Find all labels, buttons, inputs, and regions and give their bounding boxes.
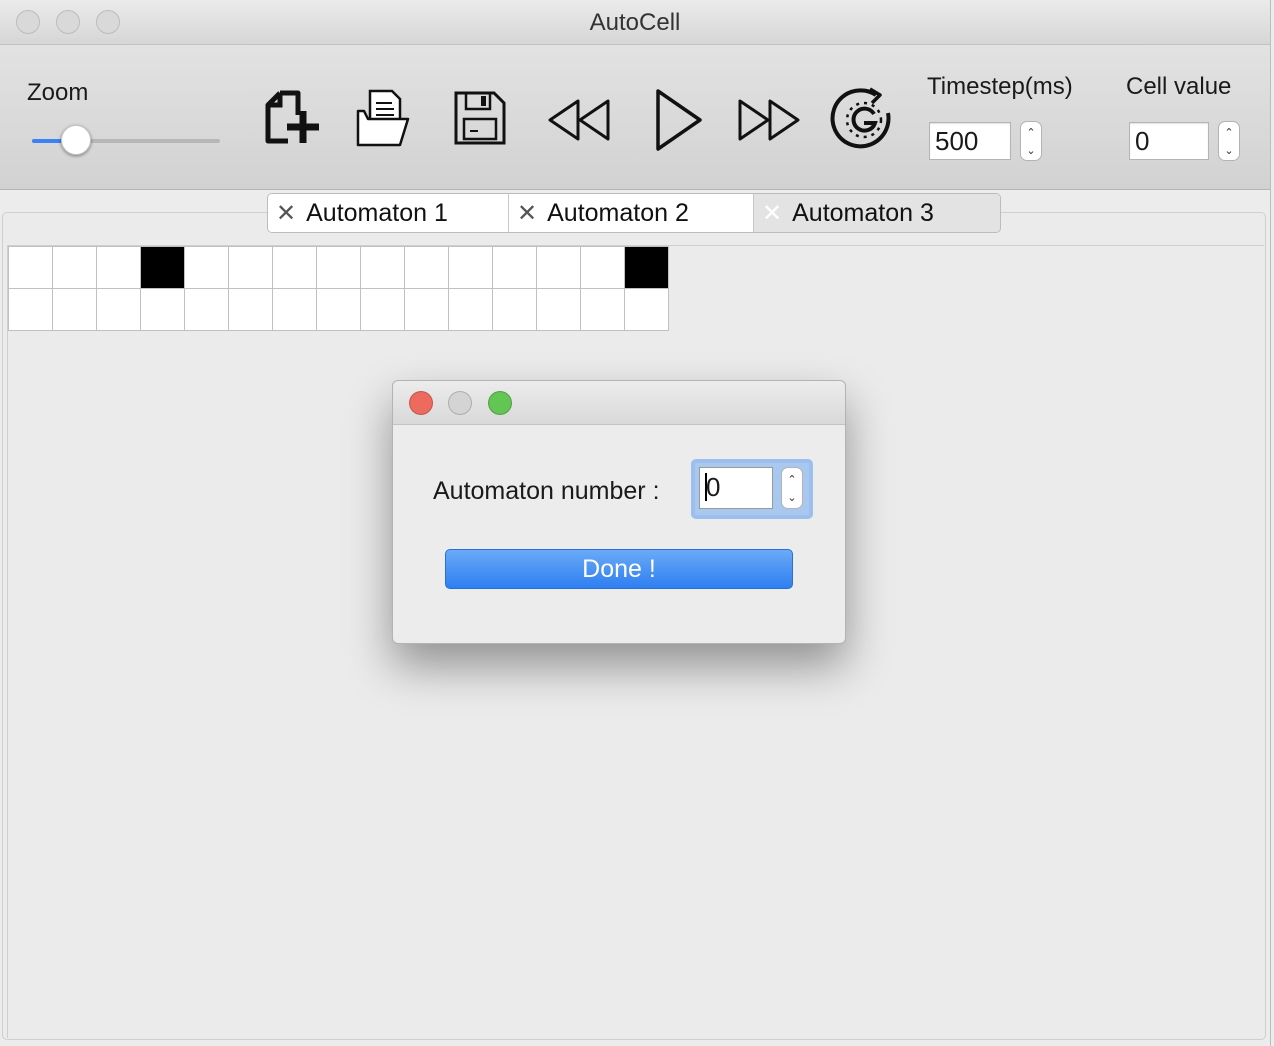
grid-cell[interactable] xyxy=(229,289,273,331)
main-window: AutoCell Zoom Timestep(ms) 500 ⌃ ⌄ Cell … xyxy=(0,0,1271,1046)
grid-cell[interactable] xyxy=(317,289,361,331)
play-button[interactable] xyxy=(646,85,706,155)
grid-cell[interactable] xyxy=(185,247,229,289)
grid-cell[interactable] xyxy=(493,247,537,289)
grid-cell[interactable] xyxy=(273,247,317,289)
tab-automaton-2[interactable]: ✕ Automaton 2 xyxy=(509,194,754,232)
stepper-up-icon[interactable]: ⌃ xyxy=(1021,128,1041,139)
grid-cell[interactable] xyxy=(53,247,97,289)
stepper-down-icon[interactable]: ⌄ xyxy=(1219,146,1239,157)
automaton-number-input[interactable]: 0 xyxy=(699,467,773,509)
grid-cell[interactable] xyxy=(361,289,405,331)
tab-automaton-1[interactable]: ✕ Automaton 1 xyxy=(268,194,509,232)
tab-label: Automaton 3 xyxy=(792,198,934,227)
timestep-label: Timestep(ms) xyxy=(927,73,1073,100)
rewind-button[interactable] xyxy=(544,85,616,155)
grid-cell[interactable] xyxy=(493,289,537,331)
grid-cell[interactable] xyxy=(361,247,405,289)
timestep-input[interactable]: 500 xyxy=(929,122,1011,160)
close-icon[interactable]: ✕ xyxy=(762,199,782,228)
grid-cell[interactable] xyxy=(141,289,185,331)
tab-bar: ✕ Automaton 1 ✕ Automaton 2 ✕ Automaton … xyxy=(267,193,1001,233)
zoom-label: Zoom xyxy=(27,79,89,106)
grid-cell[interactable] xyxy=(625,289,669,331)
grid-cell[interactable] xyxy=(273,289,317,331)
grid-cell[interactable] xyxy=(581,289,625,331)
automaton-number-label: Automaton number : xyxy=(433,477,660,505)
grid-cell[interactable] xyxy=(449,247,493,289)
dialog-close-button[interactable] xyxy=(409,391,433,415)
tab-label: Automaton 1 xyxy=(306,198,448,227)
window-title: AutoCell xyxy=(589,9,681,36)
toolbar: Zoom Timestep(ms) 500 ⌃ ⌄ Cell value 0 ⌃… xyxy=(0,45,1270,190)
open-file-icon xyxy=(356,89,410,147)
cell-value-stepper[interactable]: ⌃ ⌄ xyxy=(1218,121,1240,161)
grid-cell[interactable] xyxy=(229,247,273,289)
grid-cell[interactable] xyxy=(537,247,581,289)
text-caret xyxy=(705,473,707,501)
done-button[interactable]: Done ! xyxy=(445,549,793,589)
cell-grid xyxy=(8,246,669,331)
fast-forward-icon xyxy=(738,99,800,141)
automaton-number-dialog: Automaton number : 0 ⌃ ⌄ Done ! xyxy=(392,380,846,644)
zoom-slider-thumb[interactable] xyxy=(61,125,91,155)
grid-cell[interactable] xyxy=(185,289,229,331)
automaton-number-stepper[interactable]: ⌃ ⌄ xyxy=(781,467,803,509)
cell-value-input[interactable]: 0 xyxy=(1129,122,1209,160)
dialog-zoom-button[interactable] xyxy=(488,391,512,415)
grid-cell[interactable] xyxy=(97,247,141,289)
tab-automaton-3[interactable]: ✕ Automaton 3 xyxy=(754,194,1000,232)
generate-button[interactable] xyxy=(830,85,896,155)
open-button[interactable] xyxy=(350,85,416,155)
fast-forward-button[interactable] xyxy=(734,85,806,155)
close-icon[interactable]: ✕ xyxy=(276,199,296,228)
new-automaton-button[interactable] xyxy=(258,85,324,155)
timestep-stepper[interactable]: ⌃ ⌄ xyxy=(1020,121,1042,161)
grid-cell[interactable] xyxy=(141,247,185,289)
grid-cell[interactable] xyxy=(317,247,361,289)
grid-cell[interactable] xyxy=(449,289,493,331)
title-bar: AutoCell xyxy=(0,0,1270,45)
stepper-up-icon[interactable]: ⌃ xyxy=(1219,128,1239,139)
cell-value-label: Cell value xyxy=(1126,73,1232,100)
save-icon xyxy=(454,91,506,145)
save-button[interactable] xyxy=(446,85,512,155)
grid-cell[interactable] xyxy=(405,289,449,331)
grid-cell[interactable] xyxy=(625,247,669,289)
close-icon[interactable]: ✕ xyxy=(517,199,537,228)
tab-label: Automaton 2 xyxy=(547,198,689,227)
stepper-down-icon[interactable]: ⌄ xyxy=(782,493,802,504)
grid-cell[interactable] xyxy=(9,289,53,331)
stepper-up-icon[interactable]: ⌃ xyxy=(782,475,802,486)
grid-cell[interactable] xyxy=(537,289,581,331)
grid-cell[interactable] xyxy=(405,247,449,289)
grid-cell[interactable] xyxy=(53,289,97,331)
stepper-down-icon[interactable]: ⌄ xyxy=(1021,146,1041,157)
play-icon xyxy=(656,89,702,151)
grid-cell[interactable] xyxy=(9,247,53,289)
dialog-minimize-button[interactable] xyxy=(448,391,472,415)
generate-icon xyxy=(830,87,891,149)
dialog-title-bar xyxy=(393,381,845,425)
grid-cell[interactable] xyxy=(97,289,141,331)
new-file-icon xyxy=(265,90,319,144)
rewind-icon xyxy=(548,99,610,141)
grid-cell[interactable] xyxy=(581,247,625,289)
